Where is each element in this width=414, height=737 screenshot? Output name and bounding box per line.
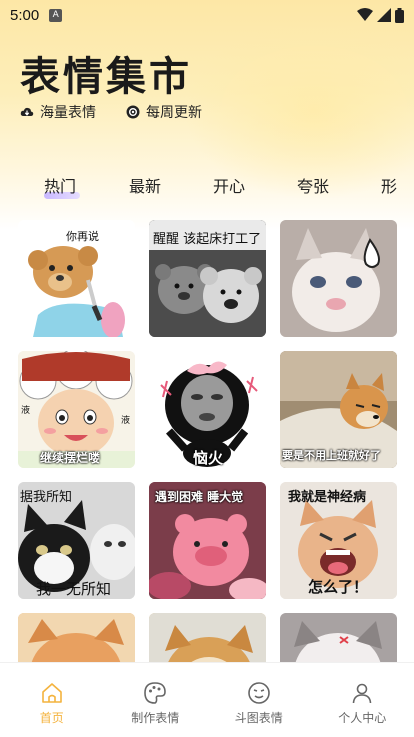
sticker-caption-bottom: 我一无所知 xyxy=(36,580,112,598)
category-tabs: 热门 最新 开心 夸张 形 xyxy=(0,168,414,202)
nav-label: 斗图表情 xyxy=(234,711,283,725)
sticker-caption: 你再说 xyxy=(66,230,99,243)
nav-label: 制作表情 xyxy=(131,711,180,725)
sticker-caption-bottom: 怎么了！ xyxy=(308,578,369,596)
sticker-card[interactable] xyxy=(149,613,266,662)
tab-latest[interactable]: 最新 xyxy=(129,173,161,197)
page-title: 表情集市 xyxy=(20,54,192,100)
sticker-side-text: 液 xyxy=(121,416,131,426)
sticker-card[interactable]: 遇到困难 睡大觉 xyxy=(149,482,266,599)
status-time: 5:00 xyxy=(10,6,40,24)
sticker-caption: 恼火 xyxy=(193,449,224,467)
sticker-card[interactable]: 你再说 xyxy=(18,220,135,337)
feature-item: 海量表情 xyxy=(20,102,96,122)
feature-item: 每周更新 xyxy=(126,102,202,122)
status-bar: 5:00 A xyxy=(0,0,414,30)
sticker-card[interactable] xyxy=(280,220,397,337)
sticker-card[interactable]: 恼火 xyxy=(149,351,266,468)
bottom-navigation: 首页 制作表情 斗图表情 个人中心 xyxy=(0,662,414,737)
sticker-card[interactable] xyxy=(280,613,397,662)
tab-exaggerated[interactable]: 夸张 xyxy=(297,173,329,197)
nav-battle-sticker[interactable]: 斗图表情 xyxy=(207,663,311,737)
sticker-card[interactable] xyxy=(18,613,135,662)
nav-make-sticker[interactable]: 制作表情 xyxy=(104,663,208,737)
sticker-caption: 继续摆烂喽 xyxy=(40,451,101,465)
home-icon xyxy=(41,683,62,703)
battery-icon xyxy=(395,7,404,23)
nav-label: 个人中心 xyxy=(338,711,387,725)
notification-a-icon: A xyxy=(49,8,63,22)
feature-label: 每周更新 xyxy=(146,105,202,121)
sticker-caption: 我就是神经病 xyxy=(288,490,367,505)
sticker-card[interactable]: 液 液 继续摆烂喽 xyxy=(18,351,135,468)
emoji-icon xyxy=(247,682,270,704)
cloud-icon xyxy=(20,107,34,116)
sticker-caption: 据我所知 xyxy=(20,490,73,505)
sticker-card[interactable]: 我就是神经病 怎么了！ xyxy=(280,482,397,599)
tab-shape[interactable]: 形 xyxy=(381,173,397,197)
sticker-card[interactable]: 要是不用上班就好了 xyxy=(280,351,397,468)
nav-label: 首页 xyxy=(39,711,64,725)
orange-cat-image xyxy=(18,613,135,662)
sticker-grid: 你再说 醒醒 该起床打工了 液 液 继续摆烂喽 恼火 要是不用上班就好了 据我所… xyxy=(18,220,398,662)
nav-profile[interactable]: 个人中心 xyxy=(311,663,414,737)
sticker-caption: 遇到困难 睡大觉 xyxy=(155,490,244,504)
crying-cat-image xyxy=(280,220,397,337)
sticker-side-text: 液 xyxy=(21,406,31,416)
sticker-card[interactable]: 醒醒 该起床打工了 xyxy=(149,220,266,337)
palette-icon xyxy=(144,682,167,704)
signal-icon xyxy=(377,8,391,22)
feature-list: 海量表情 每周更新 xyxy=(20,102,202,122)
feature-label: 海量表情 xyxy=(40,105,96,121)
refresh-icon xyxy=(126,105,140,119)
shiba-dog-image xyxy=(149,613,266,662)
fluffy-cat-image xyxy=(280,613,397,662)
user-icon xyxy=(352,683,372,704)
tab-hot[interactable]: 热门 xyxy=(44,173,81,199)
nav-home[interactable]: 首页 xyxy=(0,663,104,737)
wifi-icon xyxy=(357,8,373,21)
sticker-card[interactable]: 据我所知 我一无所知 xyxy=(18,482,135,599)
sticker-caption: 醒醒 该起床打工了 xyxy=(153,232,262,247)
tab-happy[interactable]: 开心 xyxy=(213,173,245,197)
sticker-caption: 要是不用上班就好了 xyxy=(282,449,381,462)
